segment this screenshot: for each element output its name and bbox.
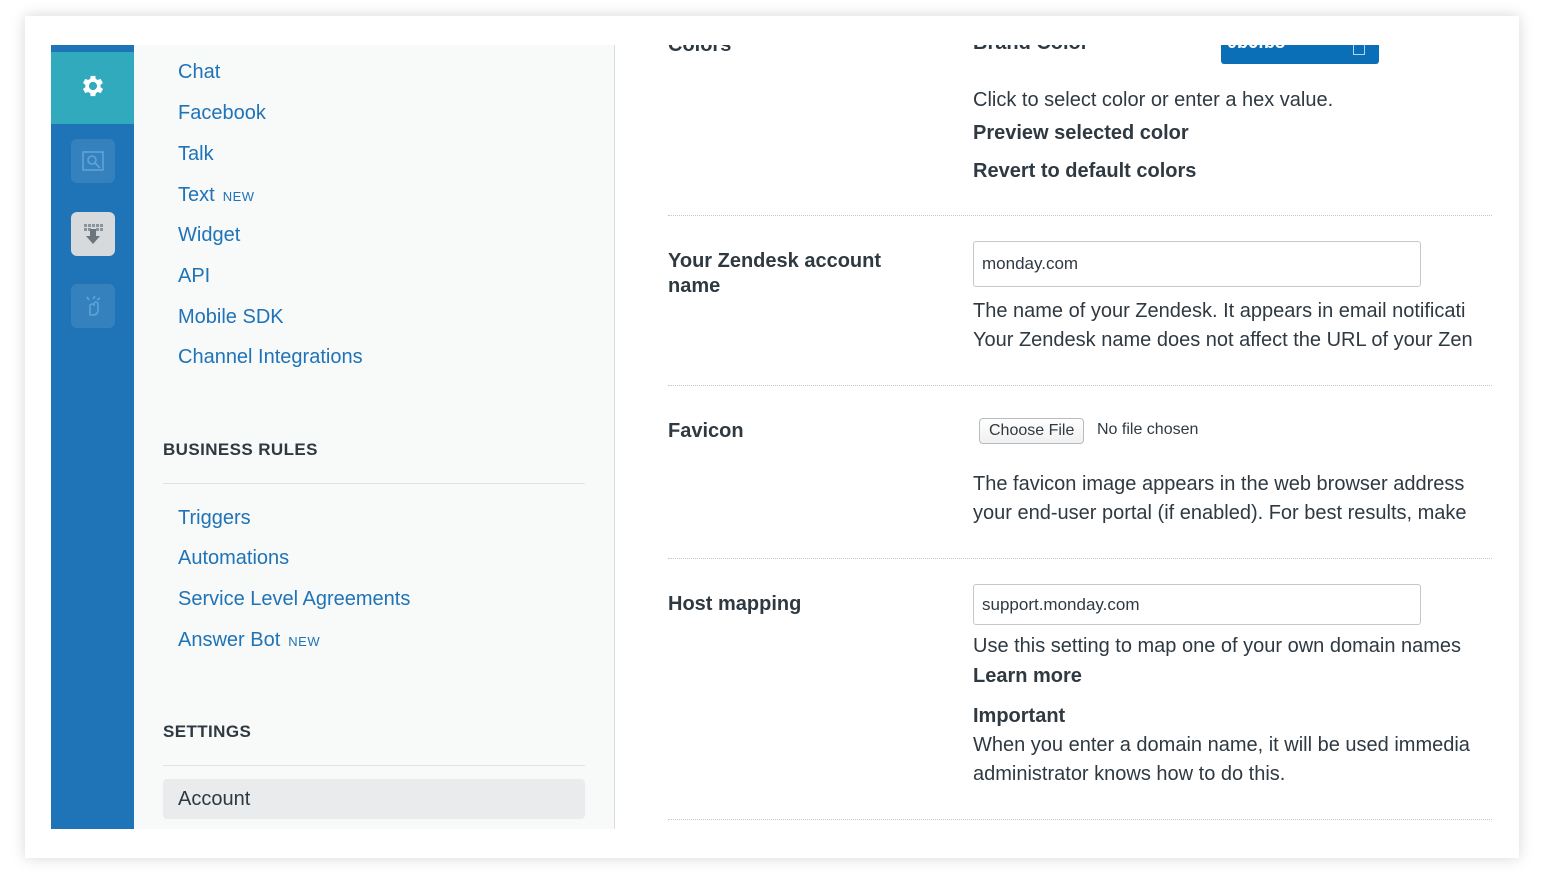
- nav-link-answer-bot[interactable]: Answer Bot: [178, 629, 280, 651]
- account-name-label-line2: name: [668, 275, 721, 297]
- gear-icon: [79, 72, 107, 105]
- account-name-label: Your Zendesk account name: [668, 249, 881, 299]
- nav-link-mobile-sdk[interactable]: Mobile SDK: [178, 306, 284, 329]
- colors-label: Colors: [668, 45, 732, 56]
- download-apps-icon: [70, 212, 115, 256]
- views-icon: [70, 139, 115, 183]
- learn-more-link[interactable]: Learn more: [973, 665, 1082, 688]
- nav-link-triggers[interactable]: Triggers: [178, 507, 251, 530]
- nav-link-automations[interactable]: Automations: [178, 547, 289, 570]
- new-badge: NEW: [222, 189, 255, 204]
- important-line2: administrator knows how to do this.: [973, 763, 1286, 785]
- nav-link-widget[interactable]: Widget: [178, 224, 240, 247]
- nav-link-chat[interactable]: Chat: [178, 61, 220, 84]
- account-name-help-line1: The name of your Zendesk. It appears in …: [973, 300, 1466, 322]
- business-rules-heading: BUSINESS RULES: [163, 440, 318, 459]
- revert-colors-link[interactable]: Revert to default colors: [973, 160, 1196, 183]
- section-divider: [668, 819, 1493, 820]
- nav-link-account-label: Account: [178, 788, 251, 810]
- host-mapping-input[interactable]: [973, 584, 1421, 625]
- section-divider: [668, 385, 1493, 386]
- account-name-label-line1: Your Zendesk account: [668, 250, 882, 272]
- brand-color-swatch[interactable]: 0b6fb8: [1221, 45, 1379, 64]
- nav-link-account[interactable]: Account: [163, 779, 585, 819]
- rail-item-touch[interactable]: [51, 284, 134, 328]
- rail-item-apps[interactable]: [51, 212, 134, 256]
- nav-link-slas[interactable]: Service Level Agreements: [178, 588, 410, 611]
- important-line1: When you enter a domain name, it will be…: [973, 734, 1470, 756]
- account-name-input[interactable]: [973, 241, 1421, 287]
- choose-file-button[interactable]: Choose File: [979, 418, 1085, 444]
- rail-item-settings[interactable]: [51, 52, 134, 124]
- nav-link-facebook[interactable]: Facebook: [178, 102, 266, 125]
- brand-color-label: Brand Color: [973, 45, 1089, 55]
- preview-color-link[interactable]: Preview selected color: [973, 122, 1189, 145]
- host-mapping-label: Host mapping: [668, 593, 802, 615]
- admin-nav: Chat Facebook Talk Text NEW Widget API Mo…: [134, 45, 615, 829]
- admin-window: Chat Facebook Talk Text NEW Widget API Mo…: [51, 45, 1493, 829]
- favicon-help-line2: your end-user portal (if enabled). For b…: [973, 502, 1467, 524]
- host-mapping-help: Use this setting to map one of your own …: [973, 635, 1462, 657]
- settings-heading: SETTINGS: [163, 722, 252, 741]
- account-settings-panel: Colors Brand Color 0b6fb8 Click to selec…: [615, 45, 1493, 829]
- new-badge: NEW: [288, 634, 321, 649]
- important-title: Important: [973, 705, 1066, 727]
- nav-link-channel-integrations[interactable]: Channel Integrations: [178, 346, 363, 369]
- nav-link-text-row[interactable]: Text NEW: [178, 184, 255, 207]
- rail-item-views[interactable]: [51, 139, 134, 183]
- touch-icon: [70, 284, 115, 328]
- section-divider: [163, 483, 585, 484]
- section-divider: [668, 558, 1493, 559]
- color-help-text: Click to select color or enter a hex val…: [973, 89, 1334, 111]
- file-status-text: No file chosen: [1097, 421, 1199, 438]
- section-divider: [668, 215, 1493, 216]
- nav-link-text[interactable]: Text: [178, 184, 215, 206]
- nav-link-api[interactable]: API: [178, 265, 210, 288]
- favicon-help-line1: The favicon image appears in the web bro…: [973, 473, 1465, 495]
- nav-link-answer-bot-row[interactable]: Answer Bot NEW: [178, 629, 320, 652]
- favicon-label: Favicon: [668, 420, 744, 442]
- color-picker-icon: [1353, 45, 1365, 55]
- nav-link-talk[interactable]: Talk: [178, 143, 214, 166]
- product-rail: [51, 45, 134, 829]
- account-name-help-line2: Your Zendesk name does not affect the UR…: [973, 329, 1473, 351]
- section-divider: [163, 765, 585, 766]
- brand-color-value: 0b6fb8: [1227, 45, 1285, 53]
